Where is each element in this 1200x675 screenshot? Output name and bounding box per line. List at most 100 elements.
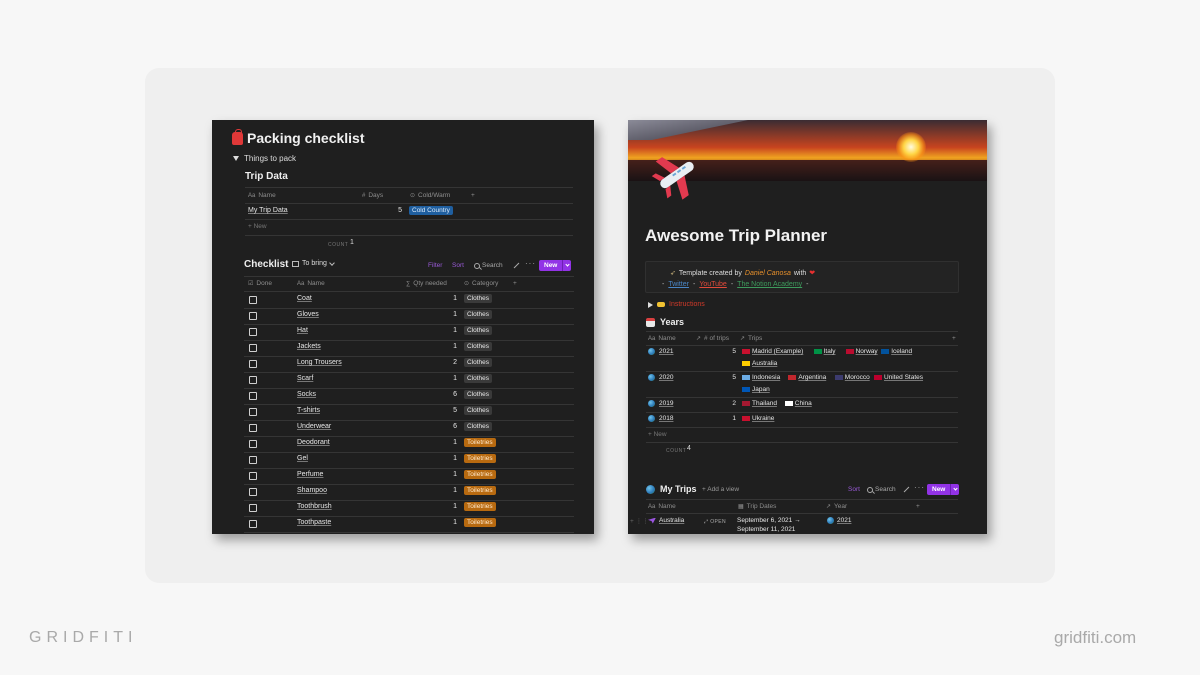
- trip-count[interactable]: 1: [718, 415, 736, 422]
- trip-year[interactable]: 2021: [827, 517, 851, 524]
- item-name[interactable]: Toothpaste: [297, 519, 331, 526]
- category-tag[interactable]: Clothes: [464, 374, 493, 383]
- item-qty[interactable]: 1: [427, 375, 457, 382]
- done-checkbox[interactable]: [249, 424, 257, 432]
- more-options-icon[interactable]: ···: [914, 483, 925, 492]
- add-column-icon[interactable]: +: [471, 192, 475, 199]
- year-name[interactable]: 2019: [648, 400, 673, 407]
- done-checkbox[interactable]: [249, 344, 257, 352]
- category-tag[interactable]: Toiletries: [464, 438, 496, 447]
- new-button[interactable]: New: [927, 484, 960, 495]
- item-name[interactable]: Hat: [297, 327, 308, 334]
- year-name[interactable]: 2018: [648, 415, 673, 422]
- item-name[interactable]: Shampoo: [297, 487, 327, 494]
- item-qty[interactable]: 6: [427, 391, 457, 398]
- trip-row-name[interactable]: Australia: [648, 517, 684, 524]
- item-qty[interactable]: 1: [427, 455, 457, 462]
- done-checkbox[interactable]: [249, 408, 257, 416]
- item-name[interactable]: Long Trousers: [297, 359, 342, 366]
- done-checkbox[interactable]: [249, 376, 257, 384]
- column-header-name[interactable]: Aa Name: [297, 280, 325, 287]
- column-header-name[interactable]: Aa Name: [648, 503, 676, 510]
- trip-link[interactable]: Argentina: [788, 374, 826, 381]
- item-qty[interactable]: 1: [427, 439, 457, 446]
- more-options-icon[interactable]: ···: [525, 259, 536, 268]
- done-checkbox[interactable]: [249, 312, 257, 320]
- notion-academy-link[interactable]: The Notion Academy: [737, 281, 802, 288]
- trip-link[interactable]: Indonesia: [742, 374, 780, 381]
- trip-count[interactable]: 5: [718, 374, 736, 381]
- trip-data-name-cell[interactable]: My Trip Data: [248, 207, 288, 214]
- trip-link[interactable]: Italy: [813, 348, 836, 355]
- item-name[interactable]: Gel: [297, 455, 308, 462]
- item-name[interactable]: Socks: [297, 391, 316, 398]
- done-checkbox[interactable]: [249, 296, 257, 304]
- item-qty[interactable]: 1: [427, 471, 457, 478]
- column-header-name[interactable]: Aa Name: [648, 335, 676, 342]
- done-checkbox[interactable]: [249, 520, 257, 528]
- add-column-icon[interactable]: +: [916, 503, 920, 510]
- column-header-trip-dates[interactable]: ▦ Trip Dates: [738, 503, 776, 510]
- trip-link[interactable]: Madrid (Example): [742, 348, 803, 355]
- category-tag[interactable]: Clothes: [464, 390, 493, 399]
- toggle-triangle-icon[interactable]: [233, 156, 239, 161]
- new-button[interactable]: New: [539, 260, 572, 271]
- filter-button[interactable]: Filter: [428, 262, 442, 269]
- expand-icon[interactable]: [903, 486, 909, 492]
- trip-link[interactable]: Thailand: [742, 400, 777, 407]
- item-qty[interactable]: 1: [427, 487, 457, 494]
- new-dropdown-chevron-icon[interactable]: [562, 260, 571, 271]
- column-header-trip-count[interactable]: ↗ # of trips: [696, 335, 729, 342]
- trip-link[interactable]: China: [784, 400, 812, 407]
- add-new-row[interactable]: + New: [248, 223, 267, 230]
- expand-icon[interactable]: [513, 262, 519, 268]
- category-tag[interactable]: Toiletries: [464, 502, 496, 511]
- item-qty[interactable]: 6: [427, 423, 457, 430]
- trip-link[interactable]: Australia: [742, 360, 777, 367]
- add-view-button[interactable]: + Add a view: [702, 486, 739, 493]
- done-checkbox[interactable]: [249, 488, 257, 496]
- item-qty[interactable]: 2: [427, 359, 457, 366]
- year-name[interactable]: 2020: [648, 374, 673, 381]
- drag-handle-icon[interactable]: + ⋮⋮: [630, 517, 649, 525]
- trip-count[interactable]: 5: [718, 348, 736, 355]
- search-button[interactable]: Search: [474, 262, 503, 269]
- trip-count[interactable]: 2: [718, 400, 736, 407]
- category-tag[interactable]: Toiletries: [464, 486, 496, 495]
- year-name[interactable]: 2021: [648, 348, 673, 355]
- search-button[interactable]: Search: [867, 486, 896, 493]
- done-checkbox[interactable]: [249, 472, 257, 480]
- open-button[interactable]: ⤢ OPEN: [704, 519, 726, 525]
- item-qty[interactable]: 1: [427, 311, 457, 318]
- done-checkbox[interactable]: [249, 360, 257, 368]
- trip-link[interactable]: Ukraine: [742, 415, 774, 422]
- done-checkbox[interactable]: [249, 504, 257, 512]
- add-column-icon[interactable]: +: [513, 280, 517, 287]
- trip-link[interactable]: Iceland: [881, 348, 912, 355]
- column-header-days[interactable]: # Days: [362, 192, 383, 199]
- done-checkbox[interactable]: [249, 456, 257, 464]
- column-header-done[interactable]: ☑ Done: [248, 280, 272, 287]
- trip-link[interactable]: Japan: [742, 386, 770, 393]
- column-header-qty[interactable]: ∑ Qty needed: [406, 280, 447, 287]
- cold-warm-tag[interactable]: Cold Country: [409, 206, 453, 215]
- twitter-link[interactable]: Twitter: [668, 281, 689, 288]
- item-name[interactable]: Perfume: [297, 471, 323, 478]
- sort-button[interactable]: Sort: [848, 486, 860, 493]
- category-tag[interactable]: Toiletries: [464, 518, 496, 527]
- item-qty[interactable]: 1: [427, 343, 457, 350]
- item-name[interactable]: Coat: [297, 295, 312, 302]
- item-name[interactable]: Toothbrush: [297, 503, 332, 510]
- item-qty[interactable]: 1: [427, 295, 457, 302]
- category-tag[interactable]: Clothes: [464, 358, 493, 367]
- done-checkbox[interactable]: [249, 440, 257, 448]
- done-checkbox[interactable]: [249, 328, 257, 336]
- column-header-year[interactable]: ↗ Year: [826, 503, 847, 510]
- category-tag[interactable]: Clothes: [464, 310, 493, 319]
- sort-button[interactable]: Sort: [452, 262, 464, 269]
- category-tag[interactable]: Clothes: [464, 406, 493, 415]
- instructions-toggle[interactable]: Instructions: [648, 301, 705, 308]
- new-dropdown-chevron-icon[interactable]: [950, 484, 959, 495]
- column-header-cold-warm[interactable]: ⊙ Cold/Warm: [410, 192, 450, 199]
- trip-data-days-cell[interactable]: 5: [382, 207, 402, 214]
